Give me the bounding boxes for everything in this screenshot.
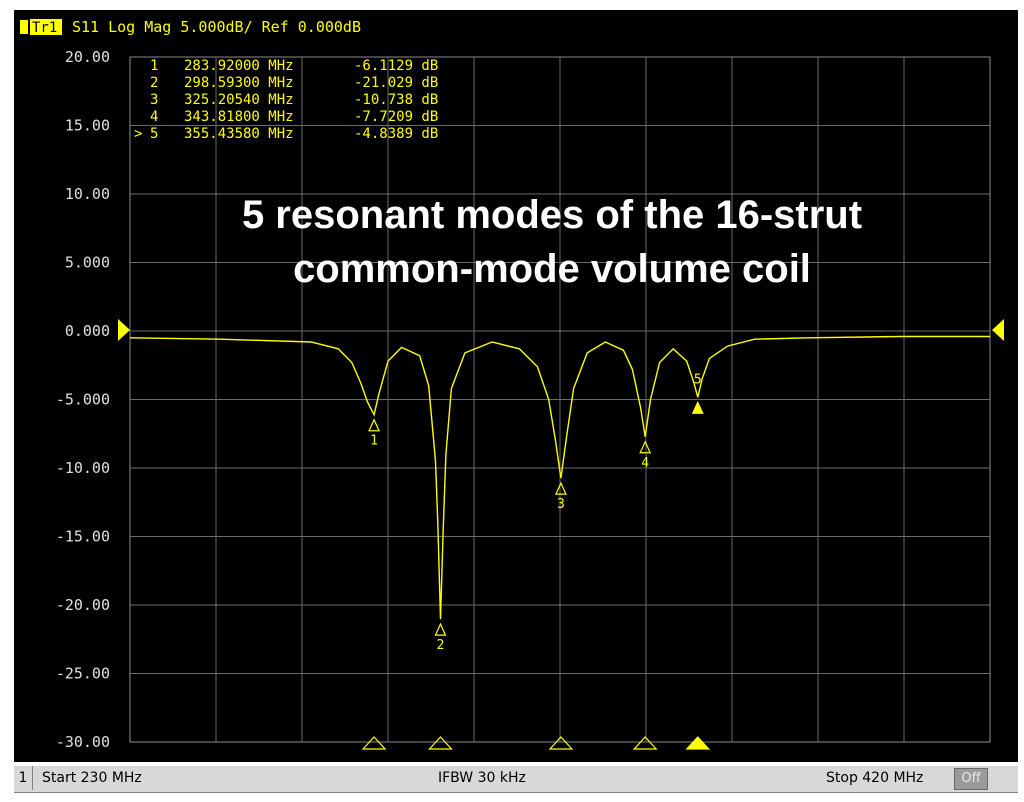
- channel-number[interactable]: 1: [14, 766, 33, 790]
- marker-table: 1 283.92000 MHz -6.1129 dB 2 298.59300 MHz -2…: [134, 58, 438, 142]
- y-tick-label: 0.000: [65, 322, 110, 340]
- marker-position-indicators: [361, 736, 711, 750]
- marker-2-label: 2: [437, 638, 445, 653]
- y-tick-label: -20.00: [56, 596, 110, 614]
- markers: 1 2 3 4 5: [368, 372, 704, 653]
- marker-5-label: 5: [694, 372, 702, 387]
- y-tick-label: 10.00: [65, 185, 110, 203]
- marker-row-frequency: 283.92000 MHz: [184, 58, 294, 74]
- marker-row-value: -4.8389 dB: [354, 126, 438, 142]
- analyzer-display: Tr1 S11 Log Mag 5.000dB/ Ref 0.000dB 20.…: [14, 10, 1018, 762]
- y-tick-label: -15.00: [56, 528, 110, 546]
- marker-3-bottom-indicator: [548, 736, 574, 750]
- marker-row-number: 4: [150, 109, 158, 125]
- marker-3-indicator: [554, 481, 567, 495]
- trace-info: S11 Log Mag 5.000dB/ Ref 0.000dB: [72, 18, 361, 36]
- marker-4-label: 4: [641, 456, 649, 471]
- marker-row-frequency: 298.59300 MHz: [184, 75, 294, 91]
- y-tick-label: -10.00: [56, 459, 110, 477]
- marker-2-indicator: [434, 622, 447, 636]
- y-tick-label: -25.00: [56, 665, 110, 683]
- marker-row-value: -7.7209 dB: [354, 109, 438, 125]
- marker-1-indicator: [368, 418, 380, 432]
- marker-row-prefix: >: [134, 126, 142, 142]
- y-tick-label: 20.00: [65, 48, 110, 66]
- marker-1-bottom-indicator: [361, 736, 387, 750]
- if-bandwidth[interactable]: IFBW 30 kHz: [438, 770, 526, 786]
- stop-frequency[interactable]: Stop 420 MHz: [826, 770, 923, 786]
- marker-3-label: 3: [557, 497, 565, 512]
- grid: [130, 57, 990, 742]
- marker-4-indicator: [639, 440, 652, 454]
- output-toggle[interactable]: Off: [954, 768, 988, 790]
- annotation-line-2: common-mode volume coil: [293, 247, 811, 291]
- marker-row-frequency: 343.81800 MHz: [184, 109, 294, 125]
- marker-row-frequency: 325.20540 MHz: [184, 92, 294, 108]
- marker-row-value: -6.1129 dB: [354, 58, 438, 74]
- trace-plot: Tr1 S11 Log Mag 5.000dB/ Ref 0.000dB 20.…: [20, 18, 1004, 751]
- status-bar: 1 Start 230 MHz IFBW 30 kHz Stop 420 MHz…: [14, 764, 1018, 793]
- marker-row-value: -21.029 dB: [354, 75, 438, 91]
- annotation-line-1: 5 resonant modes of the 16-strut: [242, 193, 862, 237]
- ref-level-arrow-right[interactable]: [992, 319, 1004, 341]
- start-frequency[interactable]: Start 230 MHz: [42, 770, 142, 786]
- marker-row-frequency: 355.43580 MHz: [184, 126, 294, 142]
- y-tick-label: -5.000: [56, 391, 110, 409]
- ref-level-arrow-left[interactable]: [118, 319, 130, 341]
- marker-5-indicator: [691, 400, 704, 414]
- marker-row-number: 5: [150, 126, 158, 142]
- y-tick-label: 15.00: [65, 117, 110, 135]
- marker-1-label: 1: [370, 434, 378, 449]
- marker-4-bottom-indicator: [632, 736, 658, 750]
- marker-row-number: 3: [150, 92, 158, 108]
- marker-row-value: -10.738 dB: [354, 92, 438, 108]
- marker-2-bottom-indicator: [428, 736, 453, 750]
- trace-label[interactable]: Tr1: [32, 20, 57, 36]
- marker-row-number: 2: [150, 75, 158, 91]
- y-axis-ticks: 20.00 15.00 10.00 5.000 0.000 -5.000 -10.00 -15…: [56, 48, 110, 751]
- marker-5-bottom-indicator: [685, 736, 711, 750]
- trace-active-arrow: [20, 20, 28, 34]
- marker-row-number: 1: [150, 58, 158, 74]
- y-tick-label: -30.00: [56, 733, 110, 751]
- y-tick-label: 5.000: [65, 254, 110, 272]
